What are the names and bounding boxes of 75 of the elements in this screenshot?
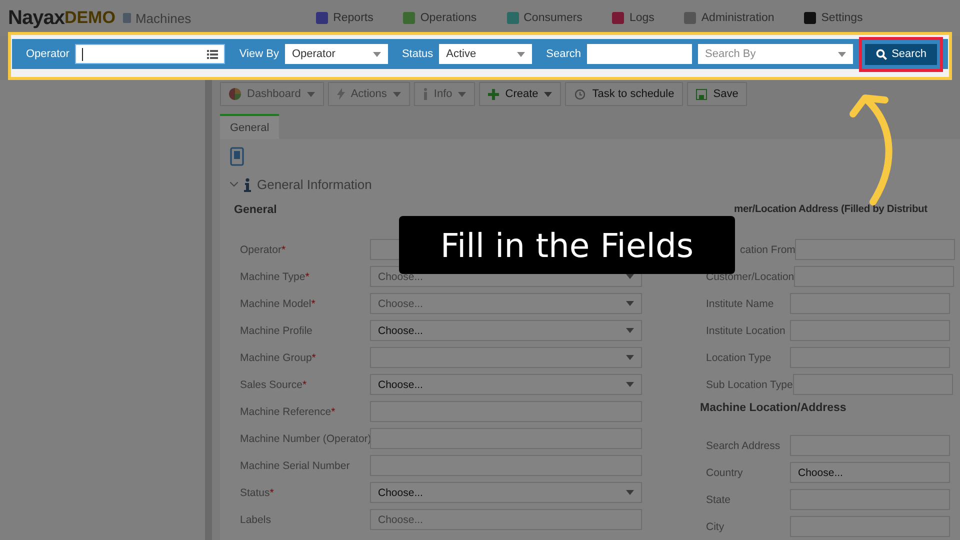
save-icon: [696, 88, 708, 100]
caret-icon: [838, 52, 846, 56]
tab[interactable]: General: [220, 114, 280, 139]
field-label: Machine Number (Operator): [239, 432, 370, 444]
text-cursor: [82, 48, 84, 60]
field-label: Sales Source*: [239, 378, 308, 390]
filter-label: View By: [239, 48, 279, 60]
plus-icon: [488, 88, 500, 100]
toolbar-button[interactable]: Task to schedule: [565, 82, 684, 106]
caption-tooltip: Fill in the Fields: [399, 216, 735, 274]
toolbar-button[interactable]: Create: [479, 82, 562, 106]
field-label: Machine Group*: [239, 352, 317, 364]
field-label: Search Address: [705, 440, 782, 452]
select-field[interactable]: [370, 347, 642, 368]
filter-label: Status: [402, 48, 434, 60]
list-icon: [207, 50, 218, 58]
group-title: mer/Location Address (Filled by Distribut: [734, 204, 928, 217]
toolbar-button[interactable]: Save: [687, 82, 748, 106]
field-label: Machine Serial Number: [239, 460, 351, 472]
select-field[interactable]: Active: [439, 44, 532, 64]
info-icon: [422, 88, 428, 100]
group-title: General: [234, 204, 277, 218]
pie-chart-icon: [229, 88, 241, 100]
caret-icon: [372, 52, 381, 56]
caret-icon: [517, 52, 526, 56]
field-label: Labels: [239, 514, 272, 526]
field-label: Machine Reference*: [239, 406, 336, 418]
caret-icon: [626, 355, 634, 360]
field-label: Machine Profile: [239, 324, 314, 336]
group-title: Machine Location/Address: [700, 402, 846, 416]
field-label: Status*: [239, 486, 275, 498]
field-label: Machine Model*: [239, 298, 316, 310]
logo-suffix: DEMO: [64, 8, 116, 27]
logo: Nayax: [8, 6, 64, 30]
info-icon: [244, 178, 251, 192]
field-label: Operator*: [239, 244, 287, 256]
lightning-icon: [336, 88, 345, 100]
caret-icon: [626, 382, 634, 387]
alarm-clock-icon: [574, 88, 586, 100]
nav-item[interactable]: Consumers: [506, 12, 582, 24]
nav-item[interactable]: Settings: [804, 12, 863, 24]
filter-label: Operator: [26, 48, 70, 60]
select-field[interactable]: Choose...: [370, 293, 642, 314]
machine-icon: [123, 13, 132, 23]
field-label: State: [705, 494, 732, 506]
input-field[interactable]: Choose...: [790, 462, 950, 483]
operator-field[interactable]: [75, 44, 226, 64]
field-label: City: [705, 520, 726, 532]
field-label: Machine Type*: [239, 270, 310, 282]
field-label: Institute Name: [705, 298, 775, 310]
caret-icon: [626, 328, 634, 333]
nav-item[interactable]: Operations: [403, 12, 477, 24]
nav-item[interactable]: Administration: [684, 12, 774, 24]
field-label: Location Type: [705, 352, 772, 364]
section-title: General Information: [257, 177, 372, 192]
field-label: Institute Location: [705, 324, 786, 336]
input-field[interactable]: Choose...: [370, 509, 642, 530]
nav-item[interactable]: Reports: [316, 12, 374, 24]
vending-machine-icon: [230, 147, 244, 167]
select-field[interactable]: Choose...: [370, 320, 642, 341]
search-field[interactable]: [587, 44, 692, 64]
caret-icon: [626, 490, 634, 495]
field-label: Country: [705, 466, 744, 478]
filter-label: Search: [546, 48, 582, 60]
nav-item[interactable]: Logs: [612, 12, 654, 24]
search-icon: [876, 48, 887, 60]
field-label: Sub Location Type: [705, 378, 793, 390]
page-title: Machines: [135, 10, 192, 26]
select-field[interactable]: Choose...: [370, 482, 642, 503]
field-label: cation From: [739, 244, 796, 256]
select-field[interactable]: Operator: [284, 44, 388, 64]
caret-icon: [626, 301, 634, 306]
select-field[interactable]: Choose...: [370, 374, 642, 395]
search-button[interactable]: Search: [865, 44, 938, 64]
select-field[interactable]: Search By: [698, 44, 854, 64]
